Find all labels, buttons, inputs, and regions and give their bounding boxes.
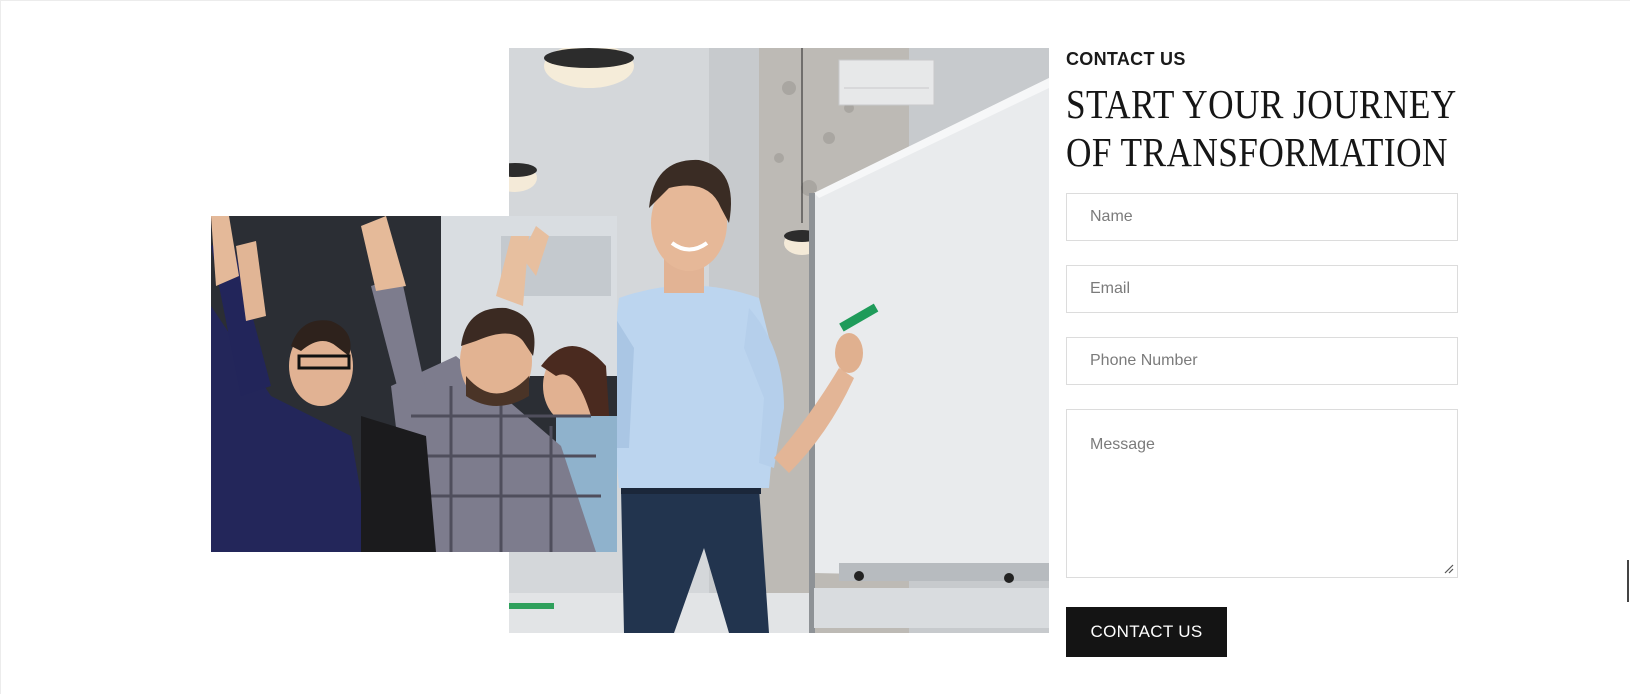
- contact-eyebrow: CONTACT US: [1066, 49, 1186, 69]
- headline-line-2: OF TRANSFORMATION: [1066, 129, 1448, 175]
- raised-hands-audience-photo: [211, 216, 617, 552]
- page-title: START YOUR JOURNEY OF TRANSFORMATION: [1066, 80, 1462, 176]
- email-placeholder: Email: [1090, 280, 1131, 297]
- contact-section: CONTACT US START YOUR JOURNEY OF TRANSFO…: [1066, 48, 1462, 657]
- message-textarea[interactable]: Message: [1066, 409, 1458, 578]
- phone-field[interactable]: Phone Number: [1066, 337, 1458, 385]
- name-placeholder: Name: [1090, 208, 1133, 225]
- scrollbar-thumb[interactable]: [1627, 560, 1629, 602]
- message-placeholder: Message: [1090, 436, 1155, 453]
- resize-grip-icon[interactable]: [1444, 564, 1454, 574]
- email-field[interactable]: Email: [1066, 265, 1458, 313]
- page-left-border: [0, 0, 1, 694]
- name-field[interactable]: Name: [1066, 193, 1458, 241]
- page-top-border: [0, 0, 1630, 1]
- phone-placeholder: Phone Number: [1090, 352, 1198, 369]
- headline-line-1: START YOUR JOURNEY: [1066, 81, 1457, 127]
- contact-submit-button[interactable]: CONTACT US: [1066, 607, 1227, 657]
